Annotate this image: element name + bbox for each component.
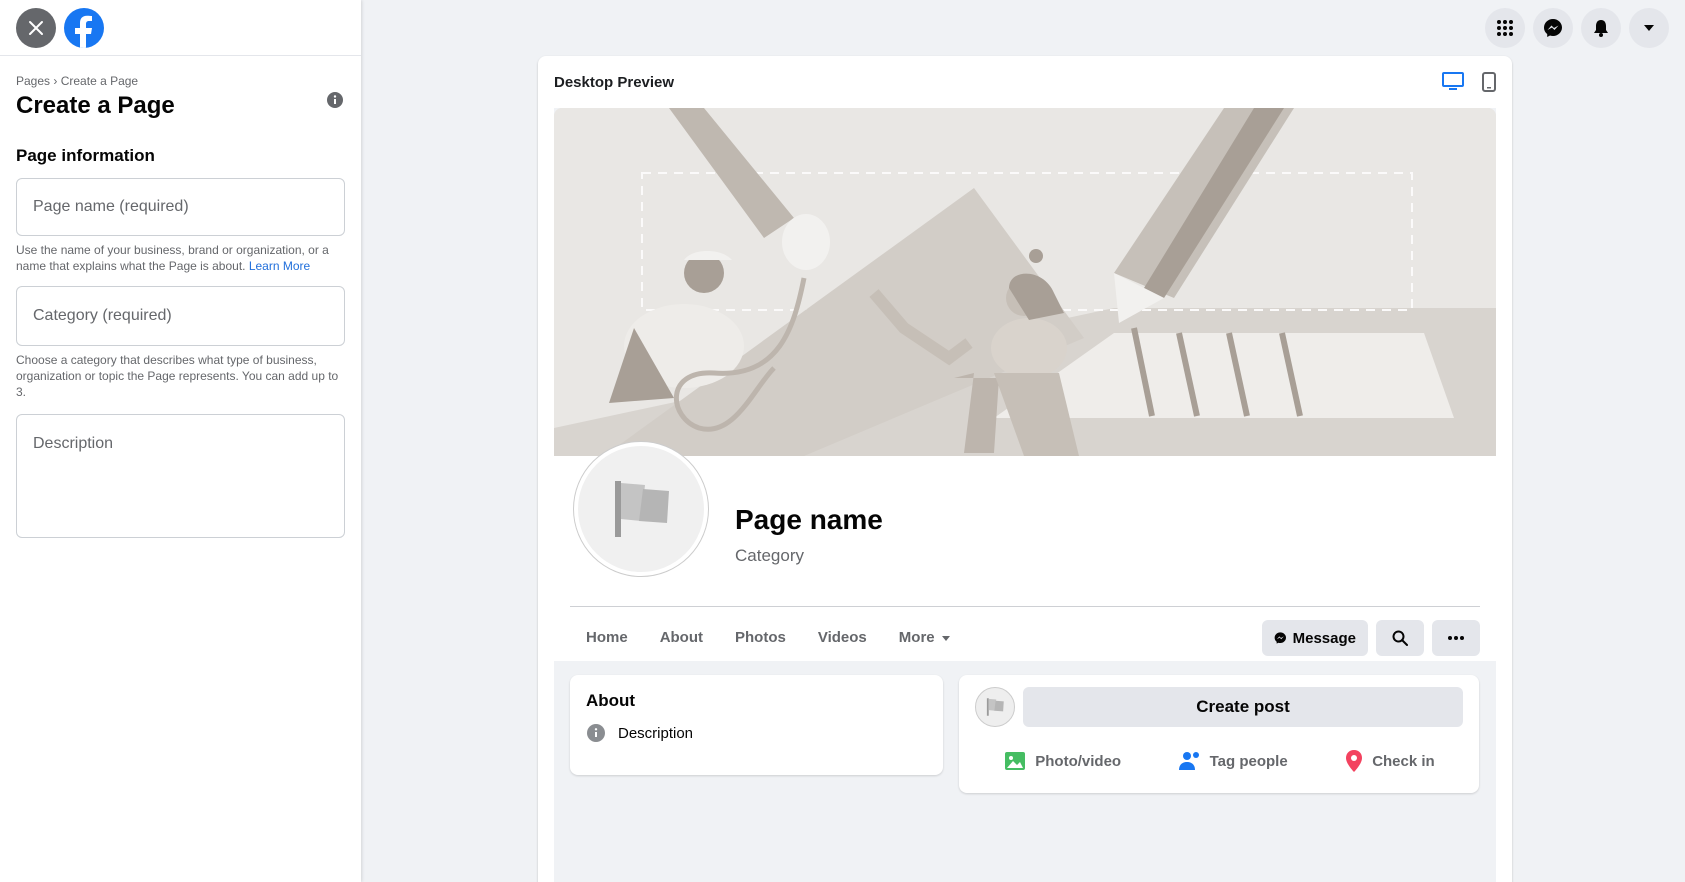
cover-illustration	[554, 108, 1496, 456]
category-field[interactable]: Category (required)	[16, 286, 345, 346]
ellipsis-icon	[1448, 636, 1464, 640]
info-icon	[587, 724, 605, 742]
breadcrumb-pages[interactable]: Pages	[16, 74, 50, 88]
create-post-card: Create post Photo/video Tag people Check…	[959, 675, 1479, 793]
flag-icon	[615, 481, 669, 537]
page-name-help: Use the name of your business, brand or …	[16, 242, 345, 274]
facebook-logo[interactable]	[64, 7, 104, 48]
tabs-divider	[570, 606, 1480, 607]
tab-photos[interactable]: Photos	[719, 619, 802, 656]
page-preview: Page name Category Home About Photos Vid…	[554, 108, 1496, 882]
tag-people-button[interactable]: Tag people	[1178, 749, 1288, 773]
create-page-sidebar: Pages › Create a Page Create a Page Page…	[0, 0, 361, 882]
create-post-button[interactable]: Create post	[1023, 687, 1463, 727]
caret-down-icon	[1644, 25, 1654, 31]
breadcrumb-separator: ›	[53, 74, 58, 88]
mini-avatar	[975, 687, 1015, 727]
top-nav-icons	[1485, 8, 1669, 48]
desktop-preview-card: Desktop Preview Page name Category Home …	[538, 56, 1512, 882]
messenger-button[interactable]	[1533, 8, 1573, 48]
page-name-field[interactable]: Page name (required)	[16, 178, 345, 236]
about-title: About	[586, 691, 636, 710]
about-card: About Description	[570, 675, 943, 775]
page-title: Create a Page	[16, 92, 175, 119]
more-options-button[interactable]	[1432, 620, 1480, 656]
about-description: Description	[618, 724, 694, 742]
photo-video-label: Photo/video	[1035, 752, 1122, 770]
mobile-icon[interactable]	[1482, 72, 1496, 92]
page-name-placeholder: Page name (required)	[33, 198, 189, 215]
page-tabs: Home About Photos Videos More	[570, 619, 967, 656]
learn-more-link[interactable]: Learn More	[249, 259, 310, 273]
profile-header: Page name Category Home About Photos Vid…	[554, 442, 1496, 661]
close-icon	[29, 20, 43, 35]
device-toggle	[1442, 72, 1496, 92]
preview-page-name: Page name	[735, 504, 883, 535]
description-placeholder: Description	[33, 435, 114, 452]
photo-icon	[1005, 752, 1026, 770]
close-button[interactable]	[16, 7, 56, 48]
info-button[interactable]	[325, 90, 345, 110]
messenger-icon	[1544, 19, 1562, 37]
info-icon	[327, 92, 343, 108]
search-icon	[1392, 630, 1408, 646]
tag-people-label: Tag people	[1209, 752, 1288, 770]
bell-icon	[1594, 20, 1608, 37]
about-description-row: Description	[586, 723, 927, 743]
account-menu-button[interactable]	[1629, 8, 1669, 48]
page-information-heading: Page information	[16, 146, 155, 165]
tab-about[interactable]: About	[644, 619, 719, 656]
profile-picture[interactable]	[574, 442, 708, 576]
search-button[interactable]	[1376, 620, 1424, 656]
notifications-button[interactable]	[1581, 8, 1621, 48]
tab-more[interactable]: More	[883, 619, 967, 656]
category-placeholder: Category (required)	[33, 307, 172, 324]
page-actions: Message	[1262, 620, 1480, 656]
facebook-f-icon	[75, 15, 92, 48]
tab-home[interactable]: Home	[570, 619, 644, 656]
tag-people-icon	[1178, 752, 1199, 770]
cover-photo	[554, 108, 1496, 456]
flag-icon	[986, 698, 1004, 716]
post-actions: Photo/video Tag people Check in	[975, 749, 1463, 773]
grid-menu-icon	[1497, 20, 1513, 36]
tab-videos[interactable]: Videos	[802, 619, 883, 656]
menu-button[interactable]	[1485, 8, 1525, 48]
messenger-icon	[1274, 632, 1286, 644]
photo-video-button[interactable]: Photo/video	[1003, 749, 1121, 773]
tab-more-label: More	[898, 629, 935, 646]
message-button[interactable]: Message	[1262, 620, 1368, 656]
check-in-button[interactable]: Check in	[1344, 749, 1435, 773]
category-help: Choose a category that describes what ty…	[16, 353, 339, 399]
breadcrumb: Pages › Create a Page	[16, 74, 345, 88]
message-label: Message	[1292, 629, 1356, 647]
check-in-label: Check in	[1372, 752, 1435, 770]
preview-category: Category	[735, 546, 804, 565]
preview-title: Desktop Preview	[554, 73, 675, 91]
sidebar-header	[0, 0, 361, 56]
location-pin-icon	[1346, 750, 1363, 772]
description-field[interactable]: Description	[16, 414, 345, 538]
desktop-icon[interactable]	[1442, 72, 1464, 92]
caret-down-icon	[941, 635, 950, 641]
breadcrumb-current: Create a Page	[60, 74, 139, 88]
